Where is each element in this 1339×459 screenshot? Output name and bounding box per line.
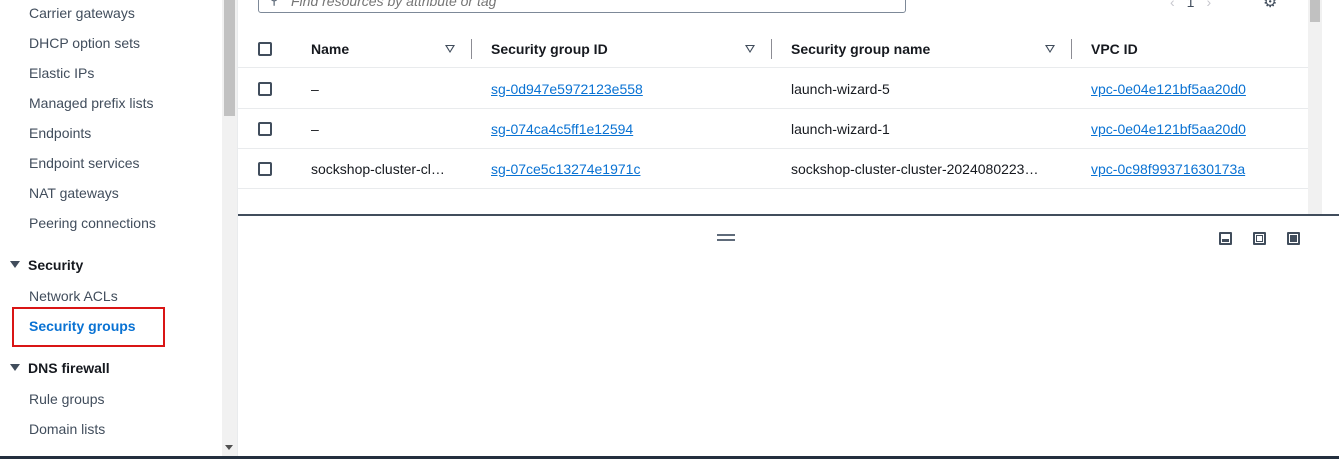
vpc-id-link[interactable]: vpc-0e04e121bf5aa20d0 — [1091, 81, 1246, 97]
table-row[interactable]: – sg-074ca4c5ff1e12594 launch-wizard-1 v… — [238, 109, 1308, 149]
table-header-row: Name Security group ID Security group na… — [238, 30, 1308, 68]
sort-caret-icon[interactable] — [445, 45, 455, 53]
cell-sg-name: launch-wizard-5 — [791, 80, 890, 97]
sidebar-scrollbar-thumb[interactable] — [224, 0, 235, 116]
cell-sg-name: launch-wizard-1 — [791, 120, 890, 137]
row-checkbox[interactable] — [258, 121, 272, 136]
row-select-cell — [258, 149, 272, 188]
cell-name: sockshop-cluster-cl… — [311, 160, 445, 177]
nav-endpoints[interactable]: Endpoints — [29, 124, 91, 142]
select-all-cell — [258, 30, 272, 67]
sidebar-nav: Carrier gateways DHCP option sets Elasti… — [0, 0, 222, 456]
col-header-vpc-id[interactable]: VPC ID — [1091, 30, 1138, 67]
panel-bottom-icon[interactable] — [1219, 232, 1232, 245]
column-divider[interactable] — [1071, 39, 1072, 59]
cell-sg-id: sg-07ce5c13274e1971c — [491, 149, 640, 188]
row-select-cell — [258, 109, 272, 148]
vpc-id-link[interactable]: vpc-0e04e121bf5aa20d0 — [1091, 121, 1246, 137]
nav-nat-gateways[interactable]: NAT gateways — [29, 184, 119, 202]
nav-rule-groups[interactable]: Rule groups — [29, 390, 105, 408]
current-page[interactable]: 1 — [1187, 0, 1195, 10]
nav-carrier-gateways[interactable]: Carrier gateways — [29, 4, 135, 22]
table-row[interactable]: – sg-0d947e5972123e558 launch-wizard-5 v… — [238, 69, 1308, 109]
col-header-sg-id[interactable]: Security group ID — [491, 30, 608, 67]
cell-vpc-id: vpc-0e04e121bf5aa20d0 — [1091, 109, 1246, 148]
highlight-annotation-box — [12, 307, 165, 347]
nav-dhcp-option-sets[interactable]: DHCP option sets — [29, 34, 140, 52]
sg-id-link[interactable]: sg-074ca4c5ff1e12594 — [491, 121, 633, 137]
pagination: ‹ 1 › — [1170, 0, 1223, 10]
caret-down-icon — [10, 364, 20, 371]
nav-network-acls[interactable]: Network ACLs — [29, 287, 118, 305]
column-divider[interactable] — [471, 39, 472, 59]
table-vertical-scrollbar[interactable] — [1308, 0, 1322, 214]
col-header-name[interactable]: Name — [311, 30, 349, 67]
nav-section-dns-firewall[interactable]: DNS firewall — [10, 359, 110, 377]
search-input[interactable] — [291, 0, 891, 11]
cell-sg-name: sockshop-cluster-cluster-2024080223… — [791, 160, 1039, 177]
vpc-id-link[interactable]: vpc-0c98f99371630173a — [1091, 161, 1245, 177]
next-page-icon[interactable]: › — [1206, 0, 1211, 10]
nav-peering-connections[interactable]: Peering connections — [29, 214, 156, 232]
nav-section-security[interactable]: Security — [10, 256, 83, 274]
cell-sg-id: sg-0d947e5972123e558 — [491, 69, 643, 108]
row-select-cell — [258, 69, 272, 108]
nav-endpoint-services[interactable]: Endpoint services — [29, 154, 140, 172]
cell-name: – — [311, 120, 319, 137]
search-box[interactable]: ⚲ — [258, 0, 906, 13]
cell-sg-id: sg-074ca4c5ff1e12594 — [491, 109, 633, 148]
cell-vpc-id: vpc-0e04e121bf5aa20d0 — [1091, 69, 1246, 108]
sort-caret-icon[interactable] — [745, 45, 755, 53]
nav-section-security-label: Security — [28, 257, 84, 273]
nav-elastic-ips[interactable]: Elastic IPs — [29, 64, 94, 82]
row-checkbox[interactable] — [258, 161, 272, 176]
sg-id-link[interactable]: sg-07ce5c13274e1971c — [491, 161, 640, 177]
sort-caret-icon[interactable] — [1045, 45, 1055, 53]
split-panel-divider — [238, 214, 1339, 216]
table-row[interactable]: sockshop-cluster-cl… sg-07ce5c13274e1971… — [238, 149, 1308, 189]
caret-down-icon — [10, 261, 20, 268]
gear-icon[interactable]: ⚙ — [1263, 0, 1277, 12]
row-checkbox[interactable] — [258, 81, 272, 96]
prev-page-icon[interactable]: ‹ — [1170, 0, 1175, 10]
cell-name: – — [311, 80, 319, 97]
drag-handle-icon[interactable] — [717, 234, 735, 241]
nav-section-dns-label: DNS firewall — [28, 360, 110, 376]
panel-side-icon[interactable] — [1253, 232, 1266, 245]
cell-vpc-id: vpc-0c98f99371630173a — [1091, 149, 1245, 188]
sg-id-link[interactable]: sg-0d947e5972123e558 — [491, 81, 643, 97]
panel-hide-icon[interactable] — [1287, 232, 1300, 245]
nav-managed-prefix-lists[interactable]: Managed prefix lists — [29, 94, 154, 112]
search-icon: ⚲ — [269, 0, 279, 8]
nav-domain-lists[interactable]: Domain lists — [29, 420, 105, 438]
scroll-down-arrow-icon[interactable] — [225, 445, 233, 450]
sidebar-scrollbar[interactable] — [222, 0, 237, 456]
select-all-checkbox[interactable] — [258, 41, 272, 56]
main-content: ⚲ ‹ 1 › ⚙ Name Security group ID Security … — [237, 0, 1339, 456]
security-groups-table: Name Security group ID Security group na… — [238, 30, 1308, 214]
vertical-scrollbar-thumb[interactable] — [1310, 0, 1320, 22]
col-header-sg-name[interactable]: Security group name — [791, 30, 930, 67]
column-divider[interactable] — [771, 39, 772, 59]
